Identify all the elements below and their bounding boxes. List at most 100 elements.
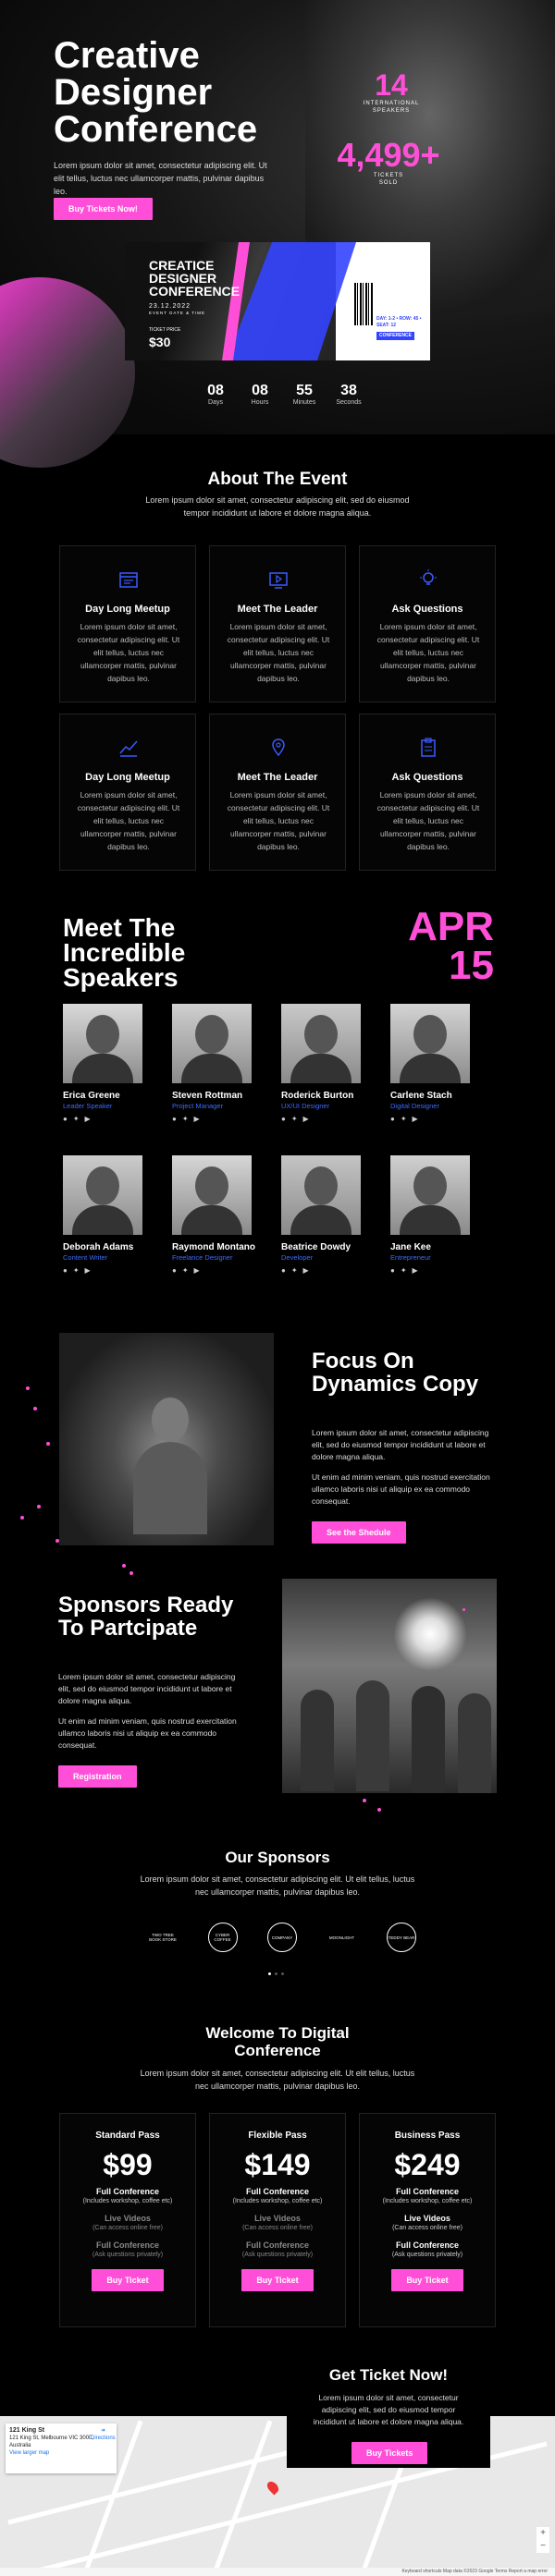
facebook-icon[interactable]: ● — [172, 1115, 177, 1123]
get-ticket-description: Lorem ipsum dolor sit amet, consectetur … — [313, 2393, 464, 2426]
feature-card-title: Day Long Meetup — [85, 772, 170, 783]
speaker-name: Roderick Burton — [281, 1091, 354, 1101]
plan-price: $99 — [103, 2148, 153, 2181]
twitter-icon[interactable]: ✦ — [73, 1115, 80, 1123]
plan-feature-note: (Can access online free) — [242, 2225, 313, 2231]
facebook-icon[interactable]: ● — [63, 1115, 68, 1123]
facebook-icon[interactable]: ● — [281, 1115, 286, 1123]
plan-name: Business Pass — [394, 2130, 461, 2141]
zoom-controls[interactable]: + − — [536, 2527, 549, 2553]
youtube-icon[interactable]: ▶ — [303, 1115, 309, 1123]
speakers-label-1: INTERNATIONAL — [363, 101, 420, 106]
twitter-icon[interactable]: ✦ — [73, 1266, 80, 1275]
feature-card: Ask Questions Lorem ipsum dolor sit amet,… — [359, 714, 496, 871]
youtube-icon[interactable]: ▶ — [303, 1266, 309, 1275]
feature-card-text: Lorem ipsum dolor sit amet, consectetur … — [227, 790, 330, 851]
plan-feature-note: (Ask questions privately) — [241, 2252, 314, 2258]
clipboard-icon — [421, 738, 436, 757]
ticket-graphic: CREATICE DESIGNER CONFERENCE 23.12.2022 E… — [125, 242, 430, 360]
facebook-icon[interactable]: ● — [63, 1266, 68, 1275]
ticket-side-info: DAY: 1-2 • ROW: 45 • SEAT: 12 CONFERENCE — [376, 316, 422, 340]
speakers-title: Meet The Incredible Speakers — [63, 913, 186, 992]
pricing-card: Business Pass $249 Full Conference (Include… — [359, 2113, 496, 2327]
speaker-social: ● ✦ ▶ — [63, 1115, 165, 1123]
plan-feature-note: (Can access online free) — [92, 2225, 163, 2231]
sponsors-text-1: Lorem ipsum dolor sit amet, consectetur … — [58, 1672, 236, 1705]
speaker-card: Carlene Stach Digital Designer ● ✦ ▶ — [390, 1004, 492, 1123]
speaker-photo — [390, 1004, 470, 1083]
emblem-logo-icon[interactable]: COMPANY — [267, 1923, 297, 1952]
youtube-icon[interactable]: ▶ — [194, 1115, 200, 1123]
carousel-dot[interactable] — [275, 1972, 278, 1975]
focus-text-1: Lorem ipsum dolor sit amet, consectetur … — [312, 1428, 489, 1461]
facebook-icon[interactable]: ● — [390, 1266, 395, 1275]
event-day: 15 — [449, 943, 494, 988]
view-larger-map-link[interactable]: View larger map — [9, 2449, 113, 2457]
pricing-title: Welcome To Digital Conference — [205, 2024, 350, 2059]
speaker-role: Entrepreneur — [390, 1253, 431, 1262]
twitter-icon[interactable]: ✦ — [291, 1115, 298, 1123]
map-pin-icon[interactable] — [265, 2479, 281, 2496]
speaker-social: ● ✦ ▶ — [172, 1115, 274, 1123]
bear-logo-icon[interactable]: TEDDY BEAR — [387, 1923, 416, 1952]
speaker-name: Beatrice Dowdy — [281, 1242, 352, 1252]
about-description: Lorem ipsum dolor sit amet, consectetur … — [145, 495, 410, 518]
feature-card: Day Long Meetup Lorem ipsum dolor sit ame… — [59, 714, 196, 871]
speaker-card: Erica Greene Leader Speaker ● ✦ ▶ — [63, 1004, 165, 1123]
buy-tickets-bottom-button[interactable]: Buy Tickets — [352, 2442, 428, 2464]
speaker-name: Jane Kee — [390, 1242, 431, 1252]
twitter-icon[interactable]: ✦ — [182, 1266, 189, 1275]
plan-feature: Full Conference — [245, 2187, 309, 2196]
twitter-icon[interactable]: ✦ — [291, 1266, 298, 1275]
buy-ticket-button[interactable]: Buy Ticket — [92, 2269, 164, 2291]
buy-tickets-button[interactable]: Buy Tickets Now! — [54, 198, 153, 220]
twitter-icon[interactable]: ✦ — [401, 1266, 407, 1275]
map-info-card: 121 King St 121 King St, Melbourne VIC 3… — [6, 2423, 117, 2473]
plan-feature: Live Videos — [105, 2214, 151, 2223]
speaker-name: Carlene Stach — [390, 1091, 452, 1101]
moon-logo-icon[interactable]: MOONLIGHT — [327, 1923, 357, 1952]
speaker-photo — [390, 1155, 470, 1235]
buy-ticket-button[interactable]: Buy Ticket — [241, 2269, 314, 2291]
carousel-dot[interactable] — [268, 1972, 271, 1975]
plan-name: Standard Pass — [95, 2130, 160, 2141]
facebook-icon[interactable]: ● — [172, 1266, 177, 1275]
plan-feature: Live Videos — [254, 2214, 301, 2223]
countdown-seconds: 38 Seconds — [336, 383, 362, 406]
feature-card-title: Ask Questions — [391, 772, 463, 783]
youtube-icon[interactable]: ▶ — [85, 1266, 91, 1275]
pricing-card: Standard Pass $99 Full Conference (Includes… — [59, 2113, 196, 2327]
youtube-icon[interactable]: ▶ — [85, 1115, 91, 1123]
twitter-icon[interactable]: ✦ — [401, 1115, 407, 1123]
calendar-icon — [119, 572, 138, 588]
directions-link[interactable]: ➜ Directions — [91, 2427, 116, 2442]
see-schedule-button[interactable]: See the Shedule — [312, 1521, 406, 1544]
map-footer: Keyboard shortcuts Map data ©2023 Google… — [0, 2568, 555, 2576]
chart-icon — [119, 740, 138, 757]
feature-card-title: Meet The Leader — [237, 604, 318, 615]
youtube-icon[interactable]: ▶ — [413, 1115, 418, 1123]
speaker-role: Freelance Designer — [172, 1253, 233, 1262]
twitter-icon[interactable]: ✦ — [182, 1115, 189, 1123]
book-logo-icon[interactable]: TWO TREE BOOK STORE — [148, 1923, 178, 1952]
plan-feature-note: (Ask questions privately) — [92, 2252, 164, 2258]
registration-button[interactable]: Registration — [58, 1765, 137, 1788]
plan-feature-note: (Includes workshop, coffee etc) — [232, 2198, 323, 2204]
coffee-logo-icon[interactable]: CYBER COFFEE — [207, 1923, 238, 1952]
speaker-social: ● ✦ ▶ — [390, 1266, 492, 1275]
speaker-role: Leader Speaker — [63, 1102, 113, 1110]
buy-ticket-button[interactable]: Buy Ticket — [391, 2269, 463, 2291]
carousel-dot[interactable] — [281, 1972, 284, 1975]
feature-card-title: Ask Questions — [391, 604, 463, 615]
youtube-icon[interactable]: ▶ — [194, 1266, 200, 1275]
get-ticket-title: Get Ticket Now! — [328, 2366, 449, 2384]
feature-card-title: Day Long Meetup — [85, 604, 170, 615]
feature-card: Ask Questions Lorem ipsum dolor sit amet,… — [359, 545, 496, 702]
youtube-icon[interactable]: ▶ — [413, 1266, 418, 1275]
speaker-role: Content Writer — [63, 1253, 108, 1262]
facebook-icon[interactable]: ● — [390, 1115, 395, 1123]
focus-text-2: Ut enim ad minim veniam, quis nostrud ex… — [312, 1472, 490, 1506]
facebook-icon[interactable]: ● — [281, 1266, 286, 1275]
countdown-days: 08 Days — [207, 383, 224, 406]
plan-price: $149 — [244, 2148, 311, 2181]
